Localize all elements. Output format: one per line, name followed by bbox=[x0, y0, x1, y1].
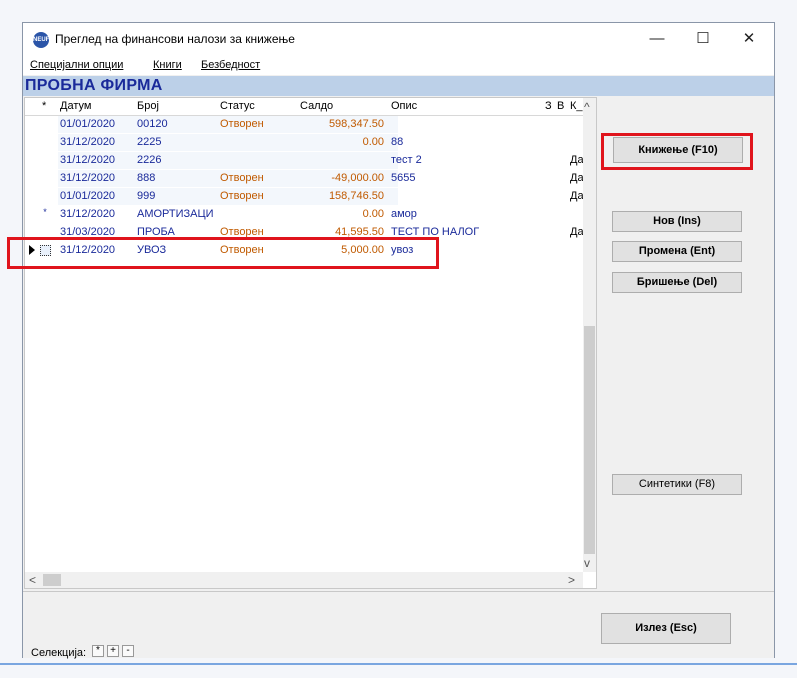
cell-balance: 0.00 bbox=[362, 136, 384, 148]
cell-date: 31/12/2020 bbox=[60, 208, 116, 220]
col-v-header[interactable]: В bbox=[557, 100, 564, 112]
close-button[interactable]: ✕ bbox=[726, 23, 772, 55]
cell-k: Да bbox=[570, 226, 584, 238]
table-row[interactable]: 31/12/2020 2225 0.00 88 bbox=[25, 134, 455, 151]
exit-button[interactable]: Излез (Esc) bbox=[601, 613, 731, 644]
delete-button[interactable]: Бришење (Del) bbox=[612, 272, 742, 293]
cell-date: 31/12/2020 bbox=[60, 136, 116, 148]
table-row[interactable]: 31/12/2020 2226 тест 2 Да bbox=[25, 152, 584, 169]
cell-description: 5655 bbox=[391, 172, 416, 184]
grid-header: * Датум Број Статус Салдо Опис З В К_ bbox=[25, 98, 585, 116]
select-all-button[interactable]: * bbox=[92, 645, 104, 657]
cell-balance: 158,746.50 bbox=[328, 190, 384, 202]
cell-balance: 598,347.50 bbox=[328, 118, 384, 130]
journal-grid[interactable]: * Датум Број Статус Салдо Опис З В К_ 01… bbox=[24, 97, 597, 589]
edit-button[interactable]: Промена (Ent) bbox=[612, 241, 742, 262]
cell-date: 01/01/2020 bbox=[60, 190, 116, 202]
col-k-header[interactable]: К_ bbox=[570, 100, 583, 112]
cell-number: 999 bbox=[137, 190, 156, 202]
cell-number: 2225 bbox=[137, 136, 162, 148]
col-marker-header: * bbox=[42, 100, 47, 112]
cell-status: Отворен bbox=[220, 118, 264, 130]
vertical-scrollbar[interactable]: ^ v bbox=[583, 98, 596, 572]
cell-k: Да bbox=[570, 154, 584, 166]
cell-number: 888 bbox=[137, 172, 156, 184]
table-row[interactable]: 01/01/2020 999 Отворен 158,746.50 Да bbox=[25, 188, 584, 205]
table-row[interactable]: 01/01/2020 00120 Отворен 598,347.50 bbox=[25, 116, 455, 133]
cell-k: Да bbox=[570, 190, 584, 202]
vertical-scroll-thumb[interactable] bbox=[584, 326, 595, 554]
company-bar: ПРОБНА ФИРМА bbox=[23, 76, 774, 96]
cell-description: 88 bbox=[391, 136, 404, 148]
selected-row-highlight bbox=[7, 237, 439, 269]
menu-books[interactable]: Книги bbox=[153, 59, 182, 71]
cell-status: Отворен bbox=[220, 172, 264, 184]
menu-security[interactable]: Безбедност bbox=[201, 59, 260, 71]
scroll-up-icon[interactable]: ^ bbox=[584, 100, 590, 114]
scroll-down-icon[interactable]: v bbox=[584, 556, 590, 570]
maximize-button[interactable]: ☐ bbox=[680, 23, 726, 55]
cell-number: АМОРТИЗАЦИ bbox=[137, 208, 214, 220]
cell-date: 01/01/2020 bbox=[60, 118, 116, 130]
screen-bottom-line bbox=[0, 663, 797, 665]
scroll-right-icon[interactable]: > bbox=[568, 573, 575, 587]
table-row[interactable]: * 31/12/2020 АМОРТИЗАЦИ 0.00 амор bbox=[25, 206, 455, 223]
new-button[interactable]: Нов (Ins) bbox=[612, 211, 742, 232]
menu-bar: Специјални опции Книги Безбедност bbox=[23, 55, 774, 75]
horizontal-scrollbar[interactable]: < > bbox=[25, 572, 583, 588]
cell-k: Да bbox=[570, 172, 584, 184]
cell-balance: -49,000.00 bbox=[331, 172, 384, 184]
cell-description: тест 2 bbox=[391, 154, 422, 166]
app-logo-icon: NEUF bbox=[33, 32, 49, 48]
col-status-header[interactable]: Статус bbox=[220, 100, 255, 112]
horizontal-scroll-thumb[interactable] bbox=[43, 574, 61, 586]
company-name: ПРОБНА ФИРМА bbox=[25, 77, 163, 94]
title-bar: NEUF Преглед на финансови налози за книж… bbox=[23, 23, 774, 55]
cell-balance: 0.00 bbox=[362, 208, 384, 220]
col-balance-header[interactable]: Салдо bbox=[300, 100, 333, 112]
footer-panel: Селекција: * + - Излез (Esc) bbox=[23, 591, 774, 659]
cell-date: 31/12/2020 bbox=[60, 154, 116, 166]
cell-number: 2226 bbox=[137, 154, 162, 166]
col-z-header[interactable]: З bbox=[545, 100, 552, 112]
select-plus-button[interactable]: + bbox=[107, 645, 119, 657]
cell-description: амор bbox=[391, 208, 417, 220]
post-button-highlight bbox=[601, 133, 753, 170]
select-minus-button[interactable]: - bbox=[122, 645, 134, 657]
selection-label: Селекција: bbox=[31, 647, 87, 659]
minimize-button[interactable]: — bbox=[634, 23, 680, 55]
cell-number: 00120 bbox=[137, 118, 168, 130]
col-description-header[interactable]: Опис bbox=[391, 100, 417, 112]
col-number-header[interactable]: Број bbox=[137, 100, 159, 112]
menu-special-options[interactable]: Специјални опции bbox=[30, 59, 123, 71]
window-title: Преглед на финансови налози за книжење bbox=[55, 32, 295, 46]
synthetics-button[interactable]: Синтетики (F8) bbox=[612, 474, 742, 495]
col-date-header[interactable]: Датум bbox=[60, 100, 91, 112]
cell-status: Отворен bbox=[220, 190, 264, 202]
scroll-left-icon[interactable]: < bbox=[29, 573, 36, 587]
table-row[interactable]: 31/12/2020 888 Отворен -49,000.00 5655 Д… bbox=[25, 170, 584, 187]
main-window: NEUF Преглед на финансови налози за книж… bbox=[7, 22, 775, 659]
row-marker: * bbox=[43, 207, 47, 217]
cell-date: 31/12/2020 bbox=[60, 172, 116, 184]
